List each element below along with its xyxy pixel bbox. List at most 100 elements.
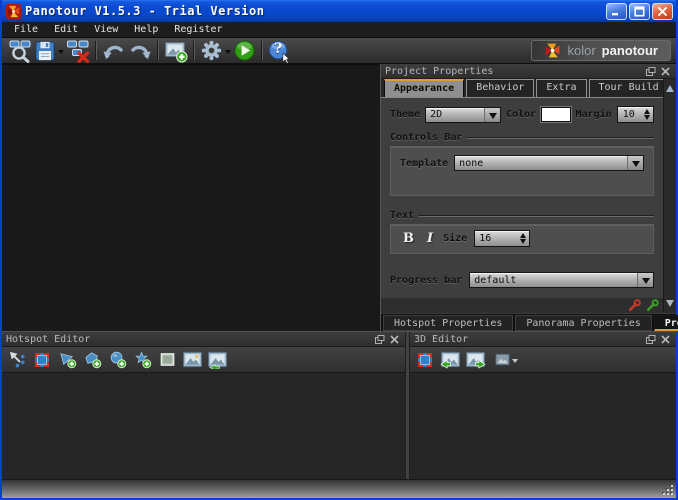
template-dropdown[interactable]: none [454, 155, 644, 171]
tab-hotspot-properties[interactable]: Hotspot Properties [383, 315, 514, 331]
red-tool-icon[interactable] [628, 299, 641, 312]
status-bar [2, 479, 676, 498]
main-toolbar: ? kolor panotour [2, 38, 676, 64]
bold-button[interactable]: B [400, 231, 417, 246]
tab-extra[interactable]: Extra [536, 79, 587, 97]
progress-bar-dropdown[interactable]: default [469, 272, 654, 288]
margin-spinner[interactable]: 10 [616, 106, 654, 123]
theme-label: Theme [390, 109, 421, 120]
menu-view[interactable]: View [86, 23, 126, 36]
add-point-hotspot-button[interactable] [56, 349, 78, 371]
selection-rect-icon [35, 352, 49, 367]
panorama-select-button[interactable] [489, 349, 523, 371]
previous-panorama-button[interactable] [439, 349, 461, 371]
gear-icon [201, 40, 222, 61]
minimize-button[interactable] [606, 2, 627, 20]
menu-help[interactable]: Help [126, 23, 166, 36]
add-image-link-button[interactable] [206, 349, 228, 371]
project-properties-header: Project Properties [381, 64, 676, 79]
properties-scrollbar[interactable] [663, 79, 676, 313]
add-panorama-button[interactable] [163, 39, 189, 63]
menu-file[interactable]: File [6, 23, 46, 36]
controls-bar-group-label: Controls Bar [390, 132, 463, 143]
add-point-hotspot-icon [59, 353, 76, 369]
panel-title: Project Properties [385, 65, 494, 77]
appearance-tab-content: Theme 2D Color Margin 10 Controls Bar Te… [381, 98, 663, 298]
text-group-box: B I Size 16 [390, 224, 654, 254]
margin-value: 10 [622, 109, 635, 120]
panorama-canvas [2, 64, 380, 331]
cursor-arrow-icon [282, 52, 291, 64]
move-tool-button[interactable] [6, 349, 28, 371]
maximize-button[interactable] [629, 2, 650, 20]
theme-value: 2D [430, 109, 443, 120]
rectangle-tool-button[interactable] [156, 349, 178, 371]
add-star-hotspot-button[interactable] [131, 349, 153, 371]
save-project-button[interactable] [33, 39, 65, 63]
redo-button[interactable] [127, 39, 153, 63]
tab-tour-build[interactable]: Tour Build [588, 79, 669, 97]
size-label: Size [443, 233, 468, 244]
theme-dropdown[interactable]: 2D [425, 106, 502, 123]
chevron-down-icon [637, 273, 653, 287]
3d-editor-panel: 3D Editor [410, 332, 676, 479]
undo-button[interactable] [101, 39, 127, 63]
add-ellipse-hotspot-button[interactable] [106, 349, 128, 371]
settings-button[interactable] [199, 39, 232, 63]
next-panorama-button[interactable] [464, 349, 486, 371]
title-bar[interactable]: Panotour V1.5.3 - Trial Version [2, 0, 676, 22]
menu-bar: File Edit View Help Register [2, 22, 676, 38]
help-button[interactable]: ? [267, 39, 291, 64]
panorama-thumbnail-icon [495, 353, 509, 366]
color-swatch[interactable] [541, 107, 571, 122]
close-panel-button[interactable] [388, 334, 401, 345]
template-value: none [459, 157, 484, 169]
float-panel-button[interactable] [373, 334, 386, 345]
menu-register[interactable]: Register [166, 23, 230, 36]
tab-project-properties[interactable]: Project Properties [653, 315, 678, 331]
3d-editor-header: 3D Editor [410, 332, 676, 347]
tab-appearance[interactable]: Appearance [384, 79, 465, 97]
green-tool-icon[interactable] [646, 299, 659, 312]
close-button[interactable] [652, 2, 673, 20]
close-icon [658, 6, 667, 16]
panel-tools-row [381, 298, 663, 313]
add-star-hotspot-icon [134, 351, 151, 369]
build-tour-button[interactable] [232, 39, 257, 63]
float-panel-button[interactable] [644, 66, 657, 77]
size-spinner[interactable]: 16 [474, 230, 531, 247]
scroll-down-icon[interactable] [666, 300, 674, 311]
save-icon [35, 40, 55, 61]
close-panel-icon [390, 334, 399, 344]
margin-label: Margin [575, 109, 612, 120]
spinner-arrows-icon[interactable] [516, 231, 529, 246]
close-panel-button[interactable] [659, 66, 672, 77]
undo-icon [103, 45, 123, 59]
menu-edit[interactable]: Edit [46, 23, 86, 36]
tab-panorama-properties[interactable]: Panorama Properties [515, 315, 652, 331]
3d-selection-tool-button[interactable] [414, 349, 436, 371]
build-play-icon [234, 40, 255, 61]
toolbar-separator [95, 41, 97, 60]
float-panel-icon [374, 334, 384, 344]
selection-tool-button[interactable] [31, 349, 53, 371]
scroll-up-icon[interactable] [666, 81, 674, 92]
spinner-arrows-icon[interactable] [640, 107, 653, 122]
close-project-button[interactable] [65, 39, 91, 63]
browse-project-button[interactable] [7, 39, 33, 63]
add-image-hotspot-button[interactable] [181, 349, 203, 371]
tab-behavior[interactable]: Behavior [466, 79, 535, 97]
panel-title: Hotspot Editor [6, 333, 91, 345]
float-panel-button[interactable] [644, 334, 657, 345]
next-panorama-icon [465, 351, 486, 369]
close-panel-button[interactable] [659, 334, 672, 345]
add-polygon-hotspot-icon [84, 352, 101, 369]
browse-project-icon [9, 40, 31, 63]
previous-panorama-icon [439, 351, 460, 369]
resize-grip[interactable] [661, 483, 673, 495]
3d-editor-content [410, 373, 676, 479]
add-polygon-hotspot-button[interactable] [81, 349, 103, 371]
italic-button[interactable]: I [424, 231, 436, 246]
toolbar-separator [261, 41, 263, 60]
close-project-icon [67, 40, 90, 63]
